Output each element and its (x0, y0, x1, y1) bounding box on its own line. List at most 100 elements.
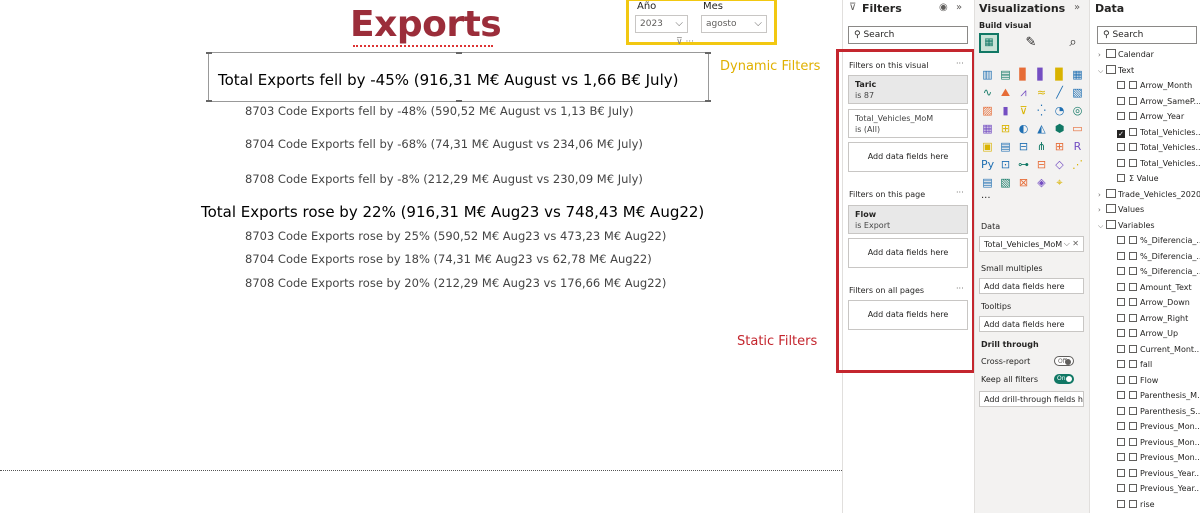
slicer-visual-icon[interactable]: ▣ (981, 140, 994, 153)
treemap-visual-icon[interactable]: ◔ (1053, 104, 1066, 117)
custom-1-visual-icon[interactable]: ⊠ (1017, 176, 1030, 189)
kpi-visual-icon[interactable]: ▭ (1071, 122, 1084, 135)
key-influencers-visual-icon[interactable]: R (1071, 140, 1084, 153)
field-checkbox[interactable] (1117, 437, 1125, 446)
qa-visual-icon[interactable]: ⊡ (999, 158, 1012, 171)
eye-icon[interactable]: ◉ (939, 2, 948, 13)
chevron-down-icon[interactable]: ⌵ (1098, 219, 1106, 233)
field-checkbox[interactable] (1117, 112, 1125, 120)
table-node[interactable]: ⌵ Text (1098, 64, 1134, 78)
table-visual-icon[interactable]: ▤ (999, 140, 1012, 153)
stacked-bar-visual-icon[interactable]: ▥ (981, 68, 994, 81)
resize-handle[interactable] (456, 52, 462, 54)
line-visual-icon[interactable]: ∿ (981, 86, 994, 99)
field-checkbox[interactable] (1117, 484, 1125, 492)
field-node[interactable]: Σ Value (1117, 172, 1159, 186)
paginated-visual-icon[interactable]: ⊟ (1035, 158, 1048, 171)
waterfall-visual-icon[interactable]: ▧ (1071, 86, 1084, 99)
stacked-column-visual-icon[interactable]: ▤ (999, 68, 1012, 81)
power-apps-visual-icon[interactable]: ◇ (1053, 158, 1066, 171)
field-node[interactable]: Arrow_Up (1117, 327, 1178, 341)
field-checkbox[interactable] (1117, 236, 1125, 244)
year-slicer-dropdown[interactable]: 2023 ⌵ (635, 15, 688, 33)
chevron-right-icon[interactable]: › (1098, 188, 1106, 202)
chevron-down-icon[interactable]: ⌵ (1098, 64, 1106, 78)
analytics-tab-icon[interactable]: ⌕ (1063, 33, 1083, 53)
resize-handle[interactable] (206, 100, 212, 102)
ribbon-visual-icon[interactable]: ≈ (1035, 86, 1048, 99)
field-node[interactable]: Parenthesis_S... (1117, 405, 1200, 419)
field-node[interactable]: rise (1117, 498, 1155, 512)
chevron-right-icon[interactable]: › (1098, 48, 1106, 62)
clustered-column-visual-icon[interactable]: ▋ (1035, 68, 1048, 81)
resize-handle[interactable] (705, 52, 711, 54)
chevron-down-icon[interactable]: ⌵ ✕ (1064, 239, 1079, 249)
drill-through-drop[interactable]: Add drill-through fields here (979, 391, 1084, 407)
field-checkbox[interactable] (1117, 422, 1125, 430)
field-node[interactable]: Arrow_SameP... (1117, 95, 1200, 109)
table-node[interactable]: ⌵ Variables (1098, 219, 1155, 233)
field-node[interactable]: Current_Mont... (1117, 343, 1200, 357)
visual-header-icons[interactable]: ⊽ ··· (676, 37, 694, 47)
small-multiples-drop[interactable]: Add data fields here (979, 278, 1084, 294)
metrics-visual-icon[interactable]: ▤ (981, 176, 994, 189)
field-checkbox[interactable] (1117, 499, 1125, 508)
field-checkbox[interactable] (1117, 174, 1125, 182)
field-checkbox[interactable] (1117, 453, 1125, 461)
field-checkbox[interactable] (1117, 329, 1125, 337)
table-node[interactable]: › Values (1098, 203, 1144, 217)
resize-handle[interactable] (705, 100, 711, 102)
narrative-visual-icon[interactable]: ⊶ (1017, 158, 1030, 171)
azure-map-visual-icon[interactable]: ⊞ (999, 122, 1012, 135)
field-checkbox[interactable] (1117, 298, 1125, 306)
field-checkbox[interactable] (1117, 282, 1125, 291)
field-node[interactable]: fall (1117, 358, 1152, 372)
cross-report-toggle[interactable]: Off (1054, 356, 1074, 366)
chevron-right-icon[interactable]: › (1098, 203, 1106, 217)
data-field-pill[interactable]: Total_Vehicles_MoM ⌵ ✕ (979, 236, 1084, 252)
field-checkbox[interactable] (1117, 391, 1125, 399)
keep-all-filters-toggle[interactable]: On (1054, 374, 1074, 384)
build-visual-tab-icon[interactable]: ▦ (979, 33, 999, 53)
field-checkbox[interactable] (1117, 360, 1125, 368)
decomposition-visual-icon[interactable]: Py (981, 158, 994, 171)
r-visual-visual-icon[interactable]: ⋔ (1035, 140, 1048, 153)
stacked-area-visual-icon[interactable]: ⩘ (1017, 86, 1030, 99)
field-node[interactable]: Previous_Year... (1117, 467, 1200, 481)
pie-visual-icon[interactable]: ⊽ (1017, 104, 1030, 117)
field-checkbox[interactable] (1117, 344, 1125, 353)
field-node[interactable]: Previous_Mon... (1117, 451, 1200, 465)
field-node[interactable]: Total_Vehicles... (1117, 141, 1200, 155)
area-visual-icon[interactable]: ⛰ (999, 86, 1012, 99)
field-checkbox[interactable] (1117, 158, 1125, 167)
field-node[interactable]: Amount_Text (1117, 281, 1192, 295)
filled-map-visual-icon[interactable]: ▦ (981, 122, 994, 135)
field-node[interactable]: Total_Vehicles... (1117, 157, 1200, 171)
funnel-visual-icon[interactable]: ▨ (981, 104, 994, 117)
python-visual-icon[interactable]: ⊞ (1053, 140, 1066, 153)
resize-handle[interactable] (206, 52, 212, 54)
field-node[interactable]: Arrow_Right (1117, 312, 1188, 326)
field-checkbox[interactable] (1117, 406, 1125, 415)
multi-row-card-visual-icon[interactable]: ⬢ (1053, 122, 1066, 135)
scatter-visual-icon[interactable]: ▮ (999, 104, 1012, 117)
month-slicer-dropdown[interactable]: agosto ⌵ (701, 15, 767, 33)
filters-search-input[interactable]: ⚲ Search (848, 26, 968, 44)
table-node[interactable]: › Calendar (1098, 48, 1154, 62)
collapse-pane-icon[interactable]: » (956, 2, 962, 13)
field-node[interactable]: Previous_Mon... (1117, 420, 1200, 434)
field-node[interactable]: Arrow_Month (1117, 79, 1192, 93)
resize-handle[interactable] (456, 100, 462, 102)
collapse-pane-icon[interactable]: » (1074, 2, 1080, 13)
shape-map-visual-icon[interactable]: ▧ (999, 176, 1012, 189)
field-node[interactable]: Arrow_Year (1117, 110, 1184, 124)
field-checkbox[interactable] (1117, 267, 1125, 275)
field-node[interactable]: %_Diferencia_... (1117, 265, 1200, 279)
custom-2-visual-icon[interactable]: ◈ (1035, 176, 1048, 189)
table-node[interactable]: › Trade_Vehicles_2020... (1098, 188, 1200, 202)
matrix-visual-icon[interactable]: ⊟ (1017, 140, 1030, 153)
field-node[interactable]: %_Diferencia_... (1117, 234, 1200, 248)
field-checkbox[interactable] (1117, 375, 1125, 384)
field-node[interactable]: Parenthesis_M... (1117, 389, 1200, 403)
field-checkbox[interactable]: ✓ (1117, 129, 1125, 138)
